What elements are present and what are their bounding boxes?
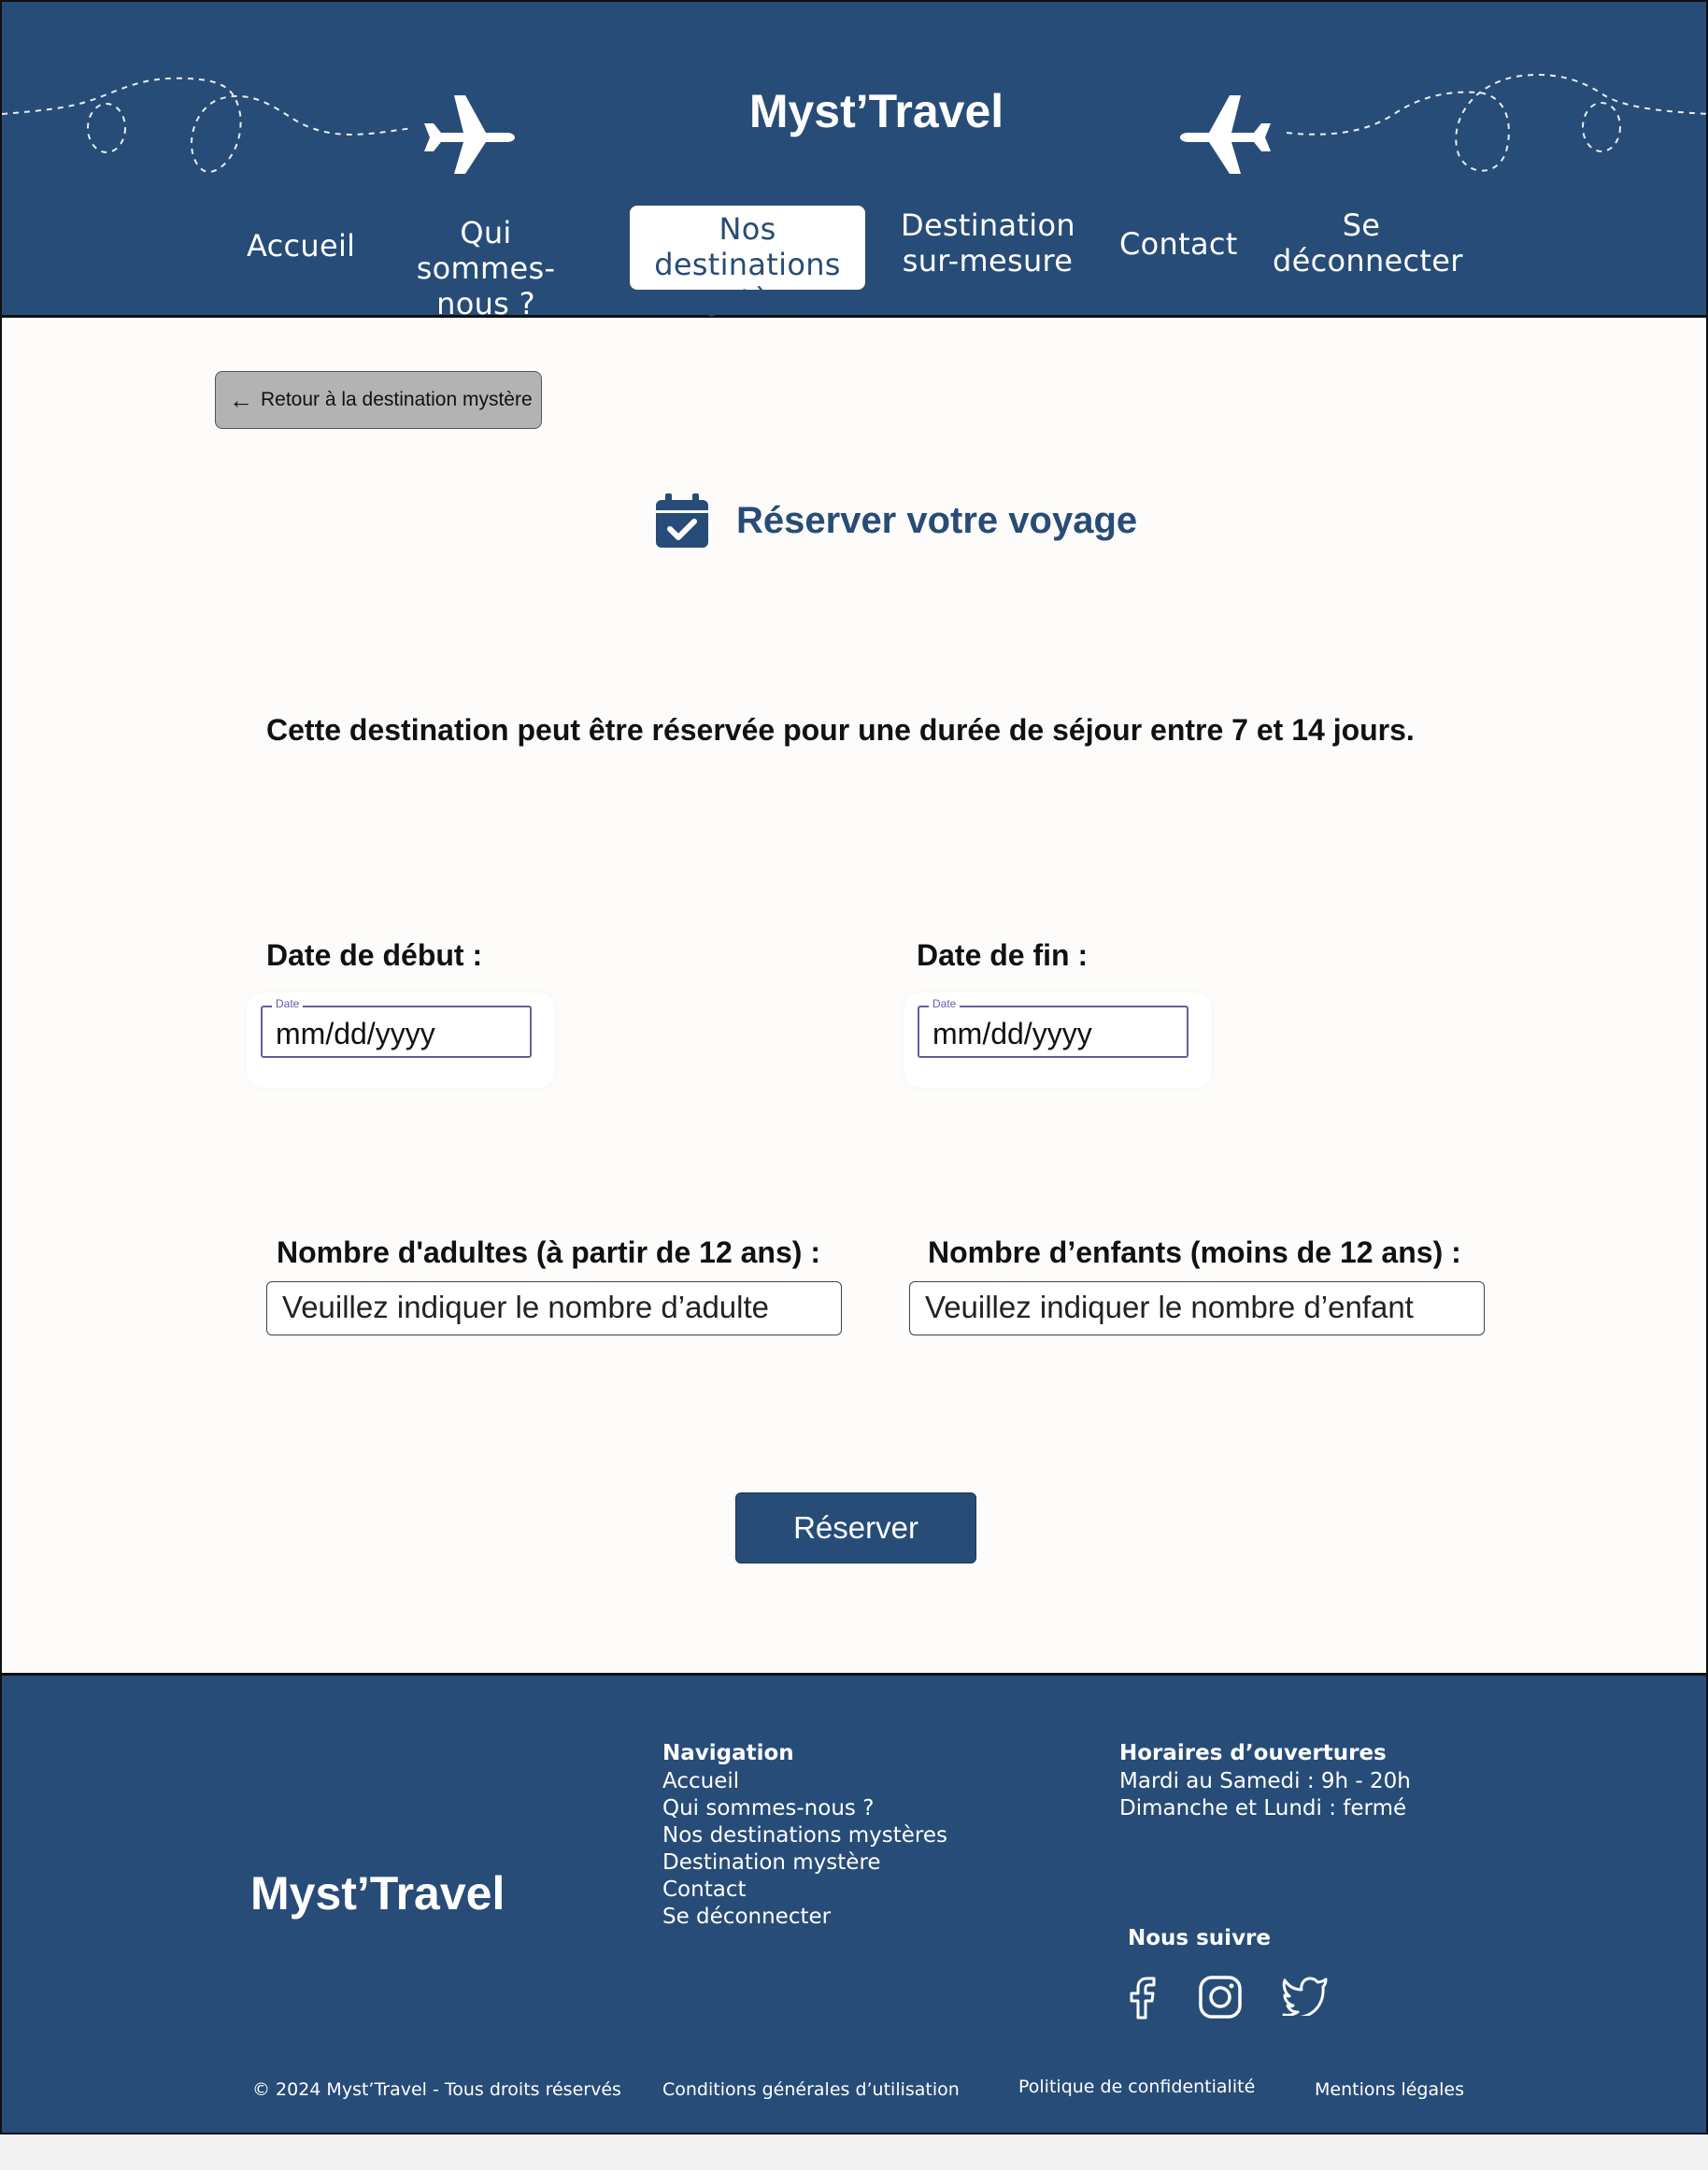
footer-link-accueil[interactable]: Accueil [662, 1768, 947, 1795]
nav-label: Se déconnecter [1273, 207, 1463, 278]
end-date-value: mm/dd/yyyy [932, 1017, 1092, 1050]
adults-label: Nombre d'adultes (à partir de 12 ans) : [277, 1235, 820, 1269]
date-mini-label: Date [272, 997, 304, 1010]
page: Myst’Travel Accueil Qui sommes- nous ? N… [0, 0, 1708, 2134]
hours-list: Mardi au Samedi : 9h - 20h Dimanche et L… [1119, 1768, 1411, 1822]
footer-link-contact[interactable]: Contact [662, 1877, 947, 1904]
start-date-input[interactable]: Date mm/dd/yyyy [261, 997, 532, 1058]
copyright-text: © 2024 Myst’Travel - Tous droits réservé… [252, 2079, 621, 2100]
page-title: Réserver votre voyage [736, 499, 1138, 541]
nav-label: Destination sur-mesure [901, 207, 1075, 278]
footer-link-se-deconnecter[interactable]: Se déconnecter [662, 1904, 947, 1931]
reserve-button[interactable]: Réserver [735, 1492, 976, 1563]
end-date-card: Date mm/dd/yyyy [904, 992, 1212, 1088]
nav-label: Qui sommes- nous ? [416, 215, 556, 321]
footer-link-destination-mystere[interactable]: Destination mystère [662, 1849, 947, 1877]
back-to-destination-button[interactable]: ← Retour à la destination mystère [215, 371, 542, 429]
nav-item-contact[interactable]: Contact [1119, 226, 1237, 262]
facebook-icon[interactable] [1127, 1975, 1159, 2020]
terms-link[interactable]: Conditions générales d’utilisation [662, 2079, 960, 2100]
start-date-value: mm/dd/yyyy [276, 1017, 435, 1050]
privacy-link[interactable]: Politique de confidentialité [1018, 2077, 1255, 2097]
duration-info-text: Cette destination peut être réservée pou… [266, 713, 1415, 747]
footer-nav-list: Accueil Qui sommes-nous ? Nos destinatio… [662, 1768, 947, 1931]
hours-title: Horaires d’ouvertures [1119, 1741, 1387, 1765]
footer-link-qui-sommes-nous[interactable]: Qui sommes-nous ? [662, 1795, 947, 1822]
footer-nav-title: Navigation [662, 1741, 794, 1765]
header: Myst’Travel Accueil Qui sommes- nous ? N… [2, 2, 1706, 321]
nav-item-accueil[interactable]: Accueil [247, 228, 355, 264]
nav-item-destination-sur-mesure[interactable]: Destination sur-mesure [901, 207, 1075, 278]
nav-label: Accueil [247, 228, 356, 264]
nav-item-nos-destinations-mysteres[interactable]: Nos destinations mystères [630, 206, 865, 318]
end-date-label: Date de fin : [917, 938, 1089, 972]
instagram-icon[interactable] [1198, 1975, 1243, 2020]
hours-line: Mardi au Samedi : 9h - 20h [1119, 1769, 1411, 1793]
date-mini-label: Date [929, 997, 961, 1010]
legal-notice-link[interactable]: Mentions légales [1315, 2079, 1464, 2100]
back-button-label: Retour à la destination mystère [261, 389, 533, 410]
end-date-input[interactable]: Date mm/dd/yyyy [918, 997, 1188, 1058]
start-date-card: Date mm/dd/yyyy [247, 992, 555, 1088]
follow-title: Nous suivre [1128, 1926, 1272, 1950]
nav-item-se-deconnecter[interactable]: Se déconnecter [1273, 207, 1462, 278]
start-date-label: Date de début : [266, 938, 483, 972]
brand-logo[interactable]: Myst’Travel [2, 84, 1706, 138]
nav-label: Nos destinations mystères [654, 211, 841, 318]
children-label: Nombre d’enfants (moins de 12 ans) : [928, 1235, 1461, 1269]
children-input[interactable]: Veuillez indiquer le nombre d’enfant [909, 1281, 1485, 1335]
footer-brand: Myst’Travel [250, 1867, 505, 1920]
hours-line: Dimanche et Lundi : fermé [1119, 1796, 1407, 1820]
calendar-check-icon [656, 493, 708, 548]
footer-link-nos-destinations[interactable]: Nos destinations mystères [662, 1822, 947, 1849]
twitter-icon[interactable] [1282, 1975, 1329, 2016]
title-row: Réserver votre voyage [656, 493, 1137, 549]
nav-item-qui-sommes-nous[interactable]: Qui sommes- nous ? [392, 215, 579, 321]
nav-label: Contact [1119, 226, 1238, 262]
footer: Myst’Travel Navigation Accueil Qui somme… [2, 1673, 1706, 2133]
adults-input[interactable]: Veuillez indiquer le nombre d’adulte [266, 1281, 842, 1335]
arrow-left-icon: ← [229, 386, 253, 414]
